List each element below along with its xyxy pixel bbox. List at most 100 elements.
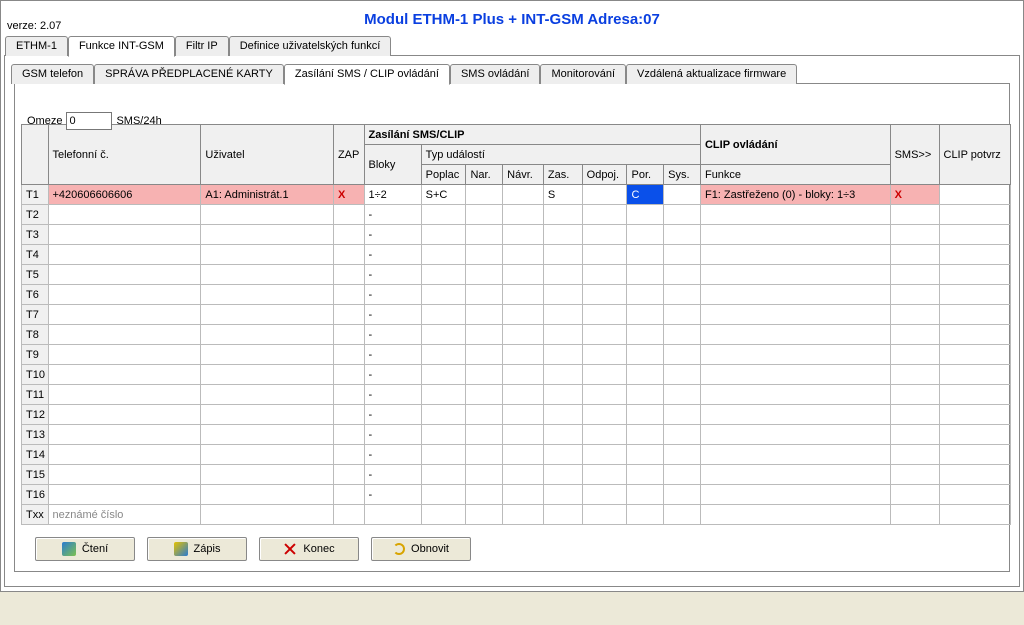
cell-zap[interactable] [333, 265, 364, 285]
cell-por[interactable] [627, 405, 664, 425]
cell-sms[interactable] [890, 485, 939, 505]
cell-user[interactable] [201, 445, 334, 465]
sub-tab-2[interactable]: Zasílání SMS / CLIP ovládání [284, 64, 450, 85]
cell-zas[interactable] [543, 425, 582, 445]
cell-phone[interactable] [48, 205, 201, 225]
cell-sys[interactable] [664, 185, 701, 205]
cell-zap[interactable] [333, 485, 364, 505]
cell-user[interactable] [201, 465, 334, 485]
cell-sms[interactable] [890, 465, 939, 485]
cell-clip[interactable] [939, 265, 1011, 285]
table-row[interactable]: T12- [22, 405, 1011, 425]
sub-tab-4[interactable]: Monitorování [540, 64, 626, 84]
cell-nar[interactable] [466, 245, 503, 265]
cell-por[interactable] [627, 385, 664, 405]
cell-phone[interactable] [48, 445, 201, 465]
cell-sys[interactable] [664, 245, 701, 265]
cell-nar[interactable] [466, 405, 503, 425]
cell-zas[interactable] [543, 325, 582, 345]
table-row[interactable]: T4- [22, 245, 1011, 265]
cell-funkce[interactable] [700, 465, 890, 485]
cell-bloky[interactable]: - [364, 385, 421, 405]
cell-zas[interactable] [543, 205, 582, 225]
cell-sms[interactable] [890, 285, 939, 305]
cell-funkce[interactable] [700, 265, 890, 285]
sub-tab-5[interactable]: Vzdálená aktualizace firmware [626, 64, 797, 84]
cell-zas[interactable] [543, 505, 582, 525]
cell-sys[interactable] [664, 325, 701, 345]
cell-bloky[interactable]: - [364, 445, 421, 465]
cell-navr[interactable] [503, 345, 544, 365]
cell-poplac[interactable] [421, 225, 466, 245]
cell-phone[interactable] [48, 405, 201, 425]
cell-por[interactable] [627, 505, 664, 525]
cell-sms[interactable] [890, 445, 939, 465]
table-row[interactable]: Txxneznámé číslo [22, 505, 1011, 525]
cell-poplac[interactable] [421, 205, 466, 225]
cell-poplac[interactable] [421, 345, 466, 365]
cell-zas[interactable] [543, 245, 582, 265]
cell-nar[interactable] [466, 265, 503, 285]
cell-funkce[interactable] [700, 325, 890, 345]
table-row[interactable]: T6- [22, 285, 1011, 305]
cell-user[interactable] [201, 305, 334, 325]
cell-nar[interactable] [466, 365, 503, 385]
cell-user[interactable] [201, 405, 334, 425]
cell-poplac[interactable] [421, 425, 466, 445]
cell-zap[interactable] [333, 305, 364, 325]
cell-nar[interactable] [466, 205, 503, 225]
cell-phone[interactable] [48, 325, 201, 345]
cell-clip[interactable] [939, 465, 1011, 485]
cell-nar[interactable] [466, 325, 503, 345]
top-tab-2[interactable]: Filtr IP [175, 36, 229, 56]
cell-odpoj[interactable] [582, 345, 627, 365]
cell-navr[interactable] [503, 485, 544, 505]
cell-zap[interactable] [333, 465, 364, 485]
table-row[interactable]: T2- [22, 205, 1011, 225]
cell-por[interactable] [627, 285, 664, 305]
cell-zap[interactable] [333, 345, 364, 365]
cell-zas[interactable] [543, 365, 582, 385]
cell-por[interactable] [627, 445, 664, 465]
cell-user[interactable]: A1: Administrát.1 [201, 185, 334, 205]
cell-navr[interactable] [503, 325, 544, 345]
cell-zap[interactable]: X [333, 185, 364, 205]
cell-clip[interactable] [939, 485, 1011, 505]
cell-por[interactable] [627, 245, 664, 265]
table-row[interactable]: T8- [22, 325, 1011, 345]
cell-zap[interactable] [333, 285, 364, 305]
cell-sms[interactable] [890, 385, 939, 405]
cell-sms[interactable] [890, 345, 939, 365]
cell-poplac[interactable]: S+C [421, 185, 466, 205]
cell-user[interactable] [201, 385, 334, 405]
cell-zap[interactable] [333, 445, 364, 465]
cell-clip[interactable] [939, 325, 1011, 345]
cell-sys[interactable] [664, 285, 701, 305]
cell-sms[interactable] [890, 265, 939, 285]
cell-odpoj[interactable] [582, 485, 627, 505]
cell-bloky[interactable]: - [364, 325, 421, 345]
table-row[interactable]: T5- [22, 265, 1011, 285]
cell-bloky[interactable]: - [364, 425, 421, 445]
cell-zap[interactable] [333, 365, 364, 385]
cell-zas[interactable] [543, 225, 582, 245]
cell-poplac[interactable] [421, 245, 466, 265]
cell-por[interactable] [627, 265, 664, 285]
cell-odpoj[interactable] [582, 245, 627, 265]
cell-odpoj[interactable] [582, 465, 627, 485]
close-button[interactable]: Konec [259, 537, 359, 561]
cell-navr[interactable] [503, 305, 544, 325]
cell-clip[interactable] [939, 425, 1011, 445]
cell-user[interactable] [201, 485, 334, 505]
cell-odpoj[interactable] [582, 305, 627, 325]
cell-odpoj[interactable] [582, 265, 627, 285]
cell-bloky[interactable]: - [364, 405, 421, 425]
cell-sms[interactable] [890, 505, 939, 525]
cell-sms[interactable] [890, 305, 939, 325]
cell-nar[interactable] [466, 445, 503, 465]
top-tab-0[interactable]: ETHM-1 [5, 36, 68, 56]
cell-sms[interactable]: X [890, 185, 939, 205]
cell-navr[interactable] [503, 405, 544, 425]
cell-zap[interactable] [333, 325, 364, 345]
cell-clip[interactable] [939, 285, 1011, 305]
